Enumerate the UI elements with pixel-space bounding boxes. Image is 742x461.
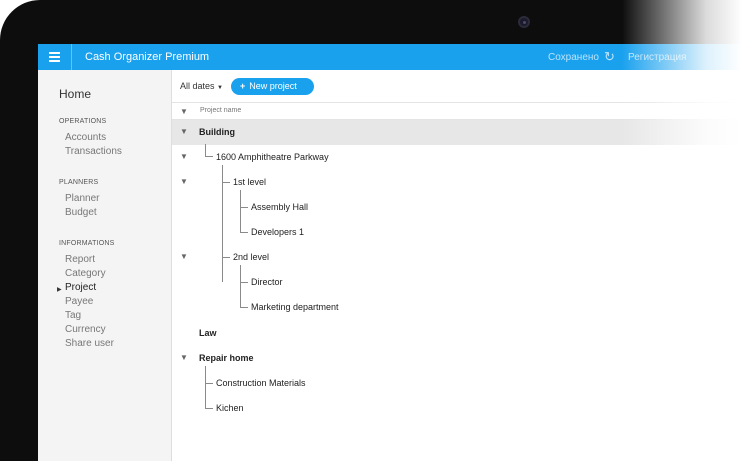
sidebar-item-accounts[interactable]: Accounts bbox=[65, 132, 106, 143]
sidebar-item-home[interactable]: Home bbox=[59, 87, 91, 101]
table-row[interactable]: Director bbox=[172, 270, 742, 295]
sidebar-item-planner[interactable]: Planner bbox=[65, 193, 99, 204]
hamburger-icon bbox=[49, 52, 60, 54]
sidebar-item-project[interactable]: Project bbox=[65, 282, 96, 293]
sync-icon[interactable]: ↻ bbox=[604, 50, 615, 63]
tree-connector bbox=[222, 182, 230, 183]
table-row[interactable]: ▼ 1600 Amphitheatre Parkway bbox=[172, 145, 742, 170]
sidebar-item-budget[interactable]: Budget bbox=[65, 207, 97, 218]
new-project-label: New project bbox=[249, 81, 297, 91]
tree-connector bbox=[205, 383, 213, 384]
project-name: Repair home bbox=[199, 353, 254, 363]
date-filter-dropdown[interactable]: All dates ▼ bbox=[180, 81, 223, 91]
table-row[interactable]: Marketing department bbox=[172, 295, 742, 320]
tree-connector bbox=[240, 265, 241, 308]
date-filter-label: All dates bbox=[180, 81, 215, 91]
table-row[interactable]: ▼ Repair home bbox=[172, 346, 742, 371]
project-name: 1st level bbox=[233, 177, 267, 187]
collapse-all-toggle-icon[interactable]: ▼ bbox=[180, 107, 188, 116]
sidebar-item-tag[interactable]: Tag bbox=[65, 310, 81, 321]
expand-toggle-icon[interactable]: ▼ bbox=[180, 354, 188, 362]
table-header: ▼ Project name bbox=[172, 102, 742, 120]
chevron-down-icon: ▼ bbox=[217, 85, 223, 91]
tree-connector bbox=[205, 366, 206, 409]
project-name: 1600 Amphitheatre Parkway bbox=[216, 152, 329, 162]
project-name: Kichen bbox=[216, 403, 244, 413]
project-name: Developers 1 bbox=[251, 227, 305, 237]
tree-connector bbox=[240, 232, 248, 233]
sidebar-item-currency[interactable]: Currency bbox=[65, 324, 106, 335]
table-row[interactable]: Assembly Hall bbox=[172, 195, 742, 220]
sidebar-item-category[interactable]: Category bbox=[65, 268, 106, 279]
tree-connector bbox=[240, 307, 248, 308]
table-row[interactable]: Law bbox=[172, 321, 742, 346]
table-row[interactable]: Developers 1 bbox=[172, 220, 742, 245]
menu-button[interactable] bbox=[38, 44, 72, 70]
tree-connector bbox=[205, 408, 213, 409]
expand-toggle-icon[interactable]: ▼ bbox=[180, 178, 188, 186]
sidebar-section-planners: PLANNERS bbox=[59, 179, 99, 186]
table-row[interactable]: ▼ Building bbox=[172, 120, 742, 145]
sidebar: Home OPERATIONS Accounts Transactions PL… bbox=[38, 70, 172, 461]
table-row[interactable]: Kichen bbox=[172, 396, 742, 421]
project-name: 2nd level bbox=[233, 252, 270, 262]
expand-toggle-icon[interactable]: ▼ bbox=[180, 153, 188, 161]
project-name: Law bbox=[199, 328, 217, 338]
new-project-button[interactable]: + New project bbox=[231, 78, 314, 95]
hamburger-icon-line-2 bbox=[49, 56, 60, 58]
sidebar-section-informations: INFORMATIONS bbox=[59, 240, 115, 247]
sidebar-section-operations: OPERATIONS bbox=[59, 118, 107, 125]
expand-toggle-icon[interactable]: ▼ bbox=[180, 253, 188, 261]
project-name: Assembly Hall bbox=[251, 202, 309, 212]
expand-toggle-icon[interactable]: ▼ bbox=[180, 128, 188, 136]
camera-icon bbox=[518, 16, 530, 28]
table-row[interactable]: Construction Materials bbox=[172, 371, 742, 396]
active-item-arrow-icon: ▶ bbox=[57, 287, 62, 293]
tree-connector bbox=[240, 190, 241, 232]
project-name: Director bbox=[251, 277, 283, 287]
column-header-project-name: Project name bbox=[200, 107, 242, 114]
tree-connector bbox=[222, 257, 230, 258]
project-name: Building bbox=[199, 127, 235, 137]
hamburger-icon-line-3 bbox=[49, 60, 60, 62]
sidebar-item-transactions[interactable]: Transactions bbox=[65, 146, 122, 157]
plus-icon: + bbox=[240, 81, 246, 91]
tree-connector bbox=[205, 156, 213, 157]
tree-connector bbox=[240, 207, 248, 208]
app-title: Cash Organizer Premium bbox=[85, 51, 210, 63]
table-row[interactable]: ▼ 1st level bbox=[172, 170, 742, 195]
saved-status: Сохранено bbox=[548, 52, 599, 63]
project-name: Marketing department bbox=[251, 302, 339, 312]
toolbar: All dates ▼ + New project bbox=[172, 70, 742, 102]
title-bar: Cash Organizer Premium Сохранено ↻ Регис… bbox=[38, 44, 742, 70]
tree-connector bbox=[240, 282, 248, 283]
register-link[interactable]: Регистрация bbox=[628, 52, 686, 63]
project-name: Construction Materials bbox=[216, 378, 306, 388]
sidebar-item-report[interactable]: Report bbox=[65, 254, 95, 265]
sidebar-item-share-user[interactable]: Share user bbox=[65, 338, 114, 349]
table-row[interactable]: ▼ 2nd level bbox=[172, 245, 742, 270]
app-screen: Cash Organizer Premium Сохранено ↻ Регис… bbox=[38, 44, 742, 461]
sidebar-item-payee[interactable]: Payee bbox=[65, 296, 93, 307]
